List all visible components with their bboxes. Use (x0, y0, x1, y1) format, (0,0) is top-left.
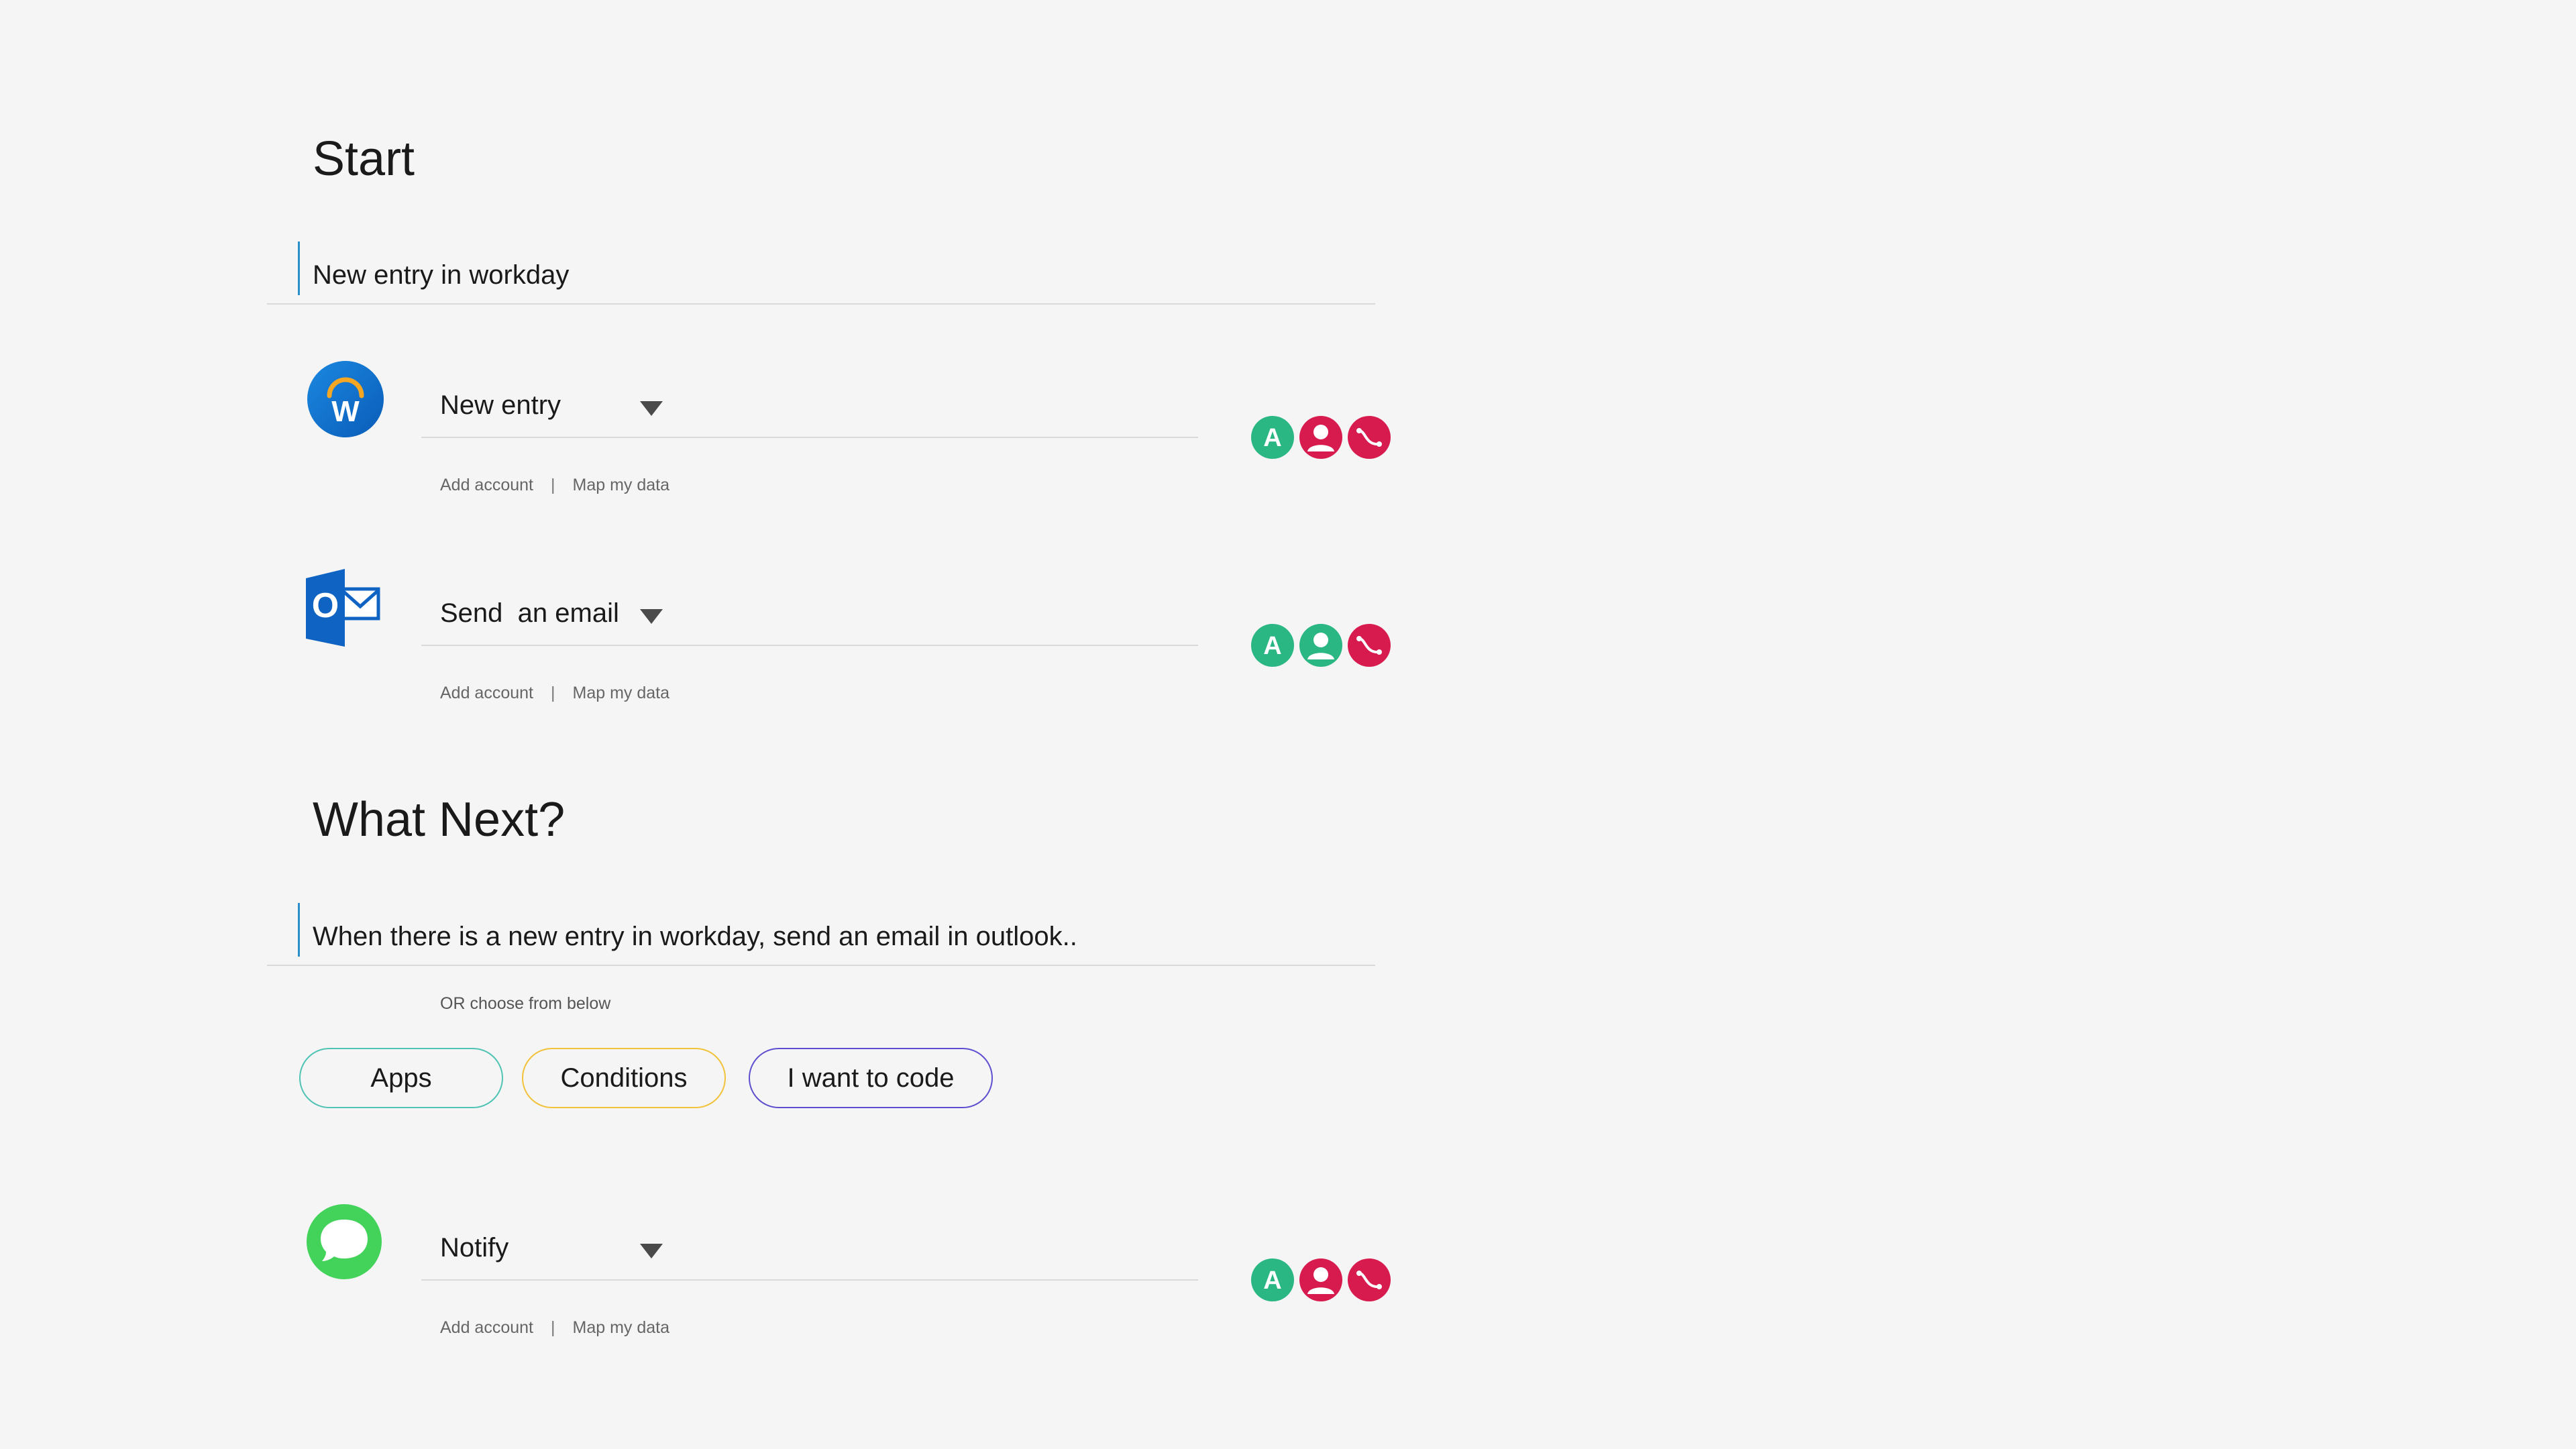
action-select-underline (421, 1279, 1198, 1281)
conditions-option-button[interactable]: Conditions (522, 1048, 726, 1108)
map-my-data-link[interactable]: Map my data (573, 476, 670, 494)
action-select-underline (421, 645, 1198, 646)
account-a-icon[interactable]: A (1250, 623, 1295, 671)
map-my-data-link[interactable]: Map my data (573, 684, 670, 702)
svg-text:O: O (312, 586, 339, 625)
account-a-icon[interactable]: A (1250, 1258, 1295, 1305)
start-prompt-input[interactable]: New entry in workday (313, 260, 569, 290)
map-my-data-link[interactable]: Map my data (573, 1318, 670, 1337)
route-icon[interactable] (1347, 1258, 1391, 1305)
svg-text:W: W (331, 395, 360, 428)
next-prompt-input[interactable]: When there is a new entry in workday, se… (313, 922, 1077, 952)
step-links: Add account | Map my data (440, 684, 669, 703)
user-icon[interactable] (1299, 415, 1343, 463)
action-select-send-email[interactable]: Send an email (439, 590, 667, 637)
step-links: Add account | Map my data (440, 476, 669, 495)
next-prompt-underline (267, 965, 1375, 966)
add-account-link[interactable]: Add account (440, 684, 533, 702)
text-cursor (298, 241, 300, 295)
svg-text:A: A (1263, 424, 1281, 452)
action-select-label: Send an email (440, 598, 619, 628)
separator: | (551, 1318, 555, 1337)
separator: | (551, 476, 555, 494)
step-links: Add account | Map my data (440, 1318, 669, 1338)
start-prompt-underline (267, 303, 1375, 305)
what-next-heading: What Next? (313, 793, 566, 847)
route-icon[interactable] (1347, 623, 1391, 671)
messages-logo-icon (306, 1203, 382, 1280)
workday-logo-icon: W (307, 361, 384, 437)
chevron-down-icon (640, 401, 663, 416)
account-a-icon[interactable]: A (1250, 415, 1295, 463)
apps-option-button[interactable]: Apps (299, 1048, 503, 1108)
svg-text:A: A (1263, 1267, 1281, 1295)
add-account-link[interactable]: Add account (440, 476, 533, 494)
action-select-label: Notify (440, 1233, 509, 1263)
svg-text:A: A (1263, 632, 1281, 660)
code-option-button[interactable]: I want to code (749, 1048, 993, 1108)
choose-hint: OR choose from below (440, 994, 611, 1013)
action-select-label: New entry (440, 390, 561, 420)
chevron-down-icon (640, 1244, 663, 1258)
user-icon[interactable] (1299, 1258, 1343, 1305)
route-icon[interactable] (1347, 415, 1391, 463)
action-select-new-entry[interactable]: New entry (439, 382, 667, 429)
text-cursor (298, 903, 300, 957)
user-icon[interactable] (1299, 623, 1343, 671)
separator: | (551, 684, 555, 702)
action-select-notify[interactable]: Notify (439, 1225, 667, 1272)
add-account-link[interactable]: Add account (440, 1318, 533, 1337)
start-heading: Start (313, 132, 415, 186)
chevron-down-icon (640, 609, 663, 624)
outlook-logo-icon: O (303, 569, 382, 647)
action-select-underline (421, 437, 1198, 438)
